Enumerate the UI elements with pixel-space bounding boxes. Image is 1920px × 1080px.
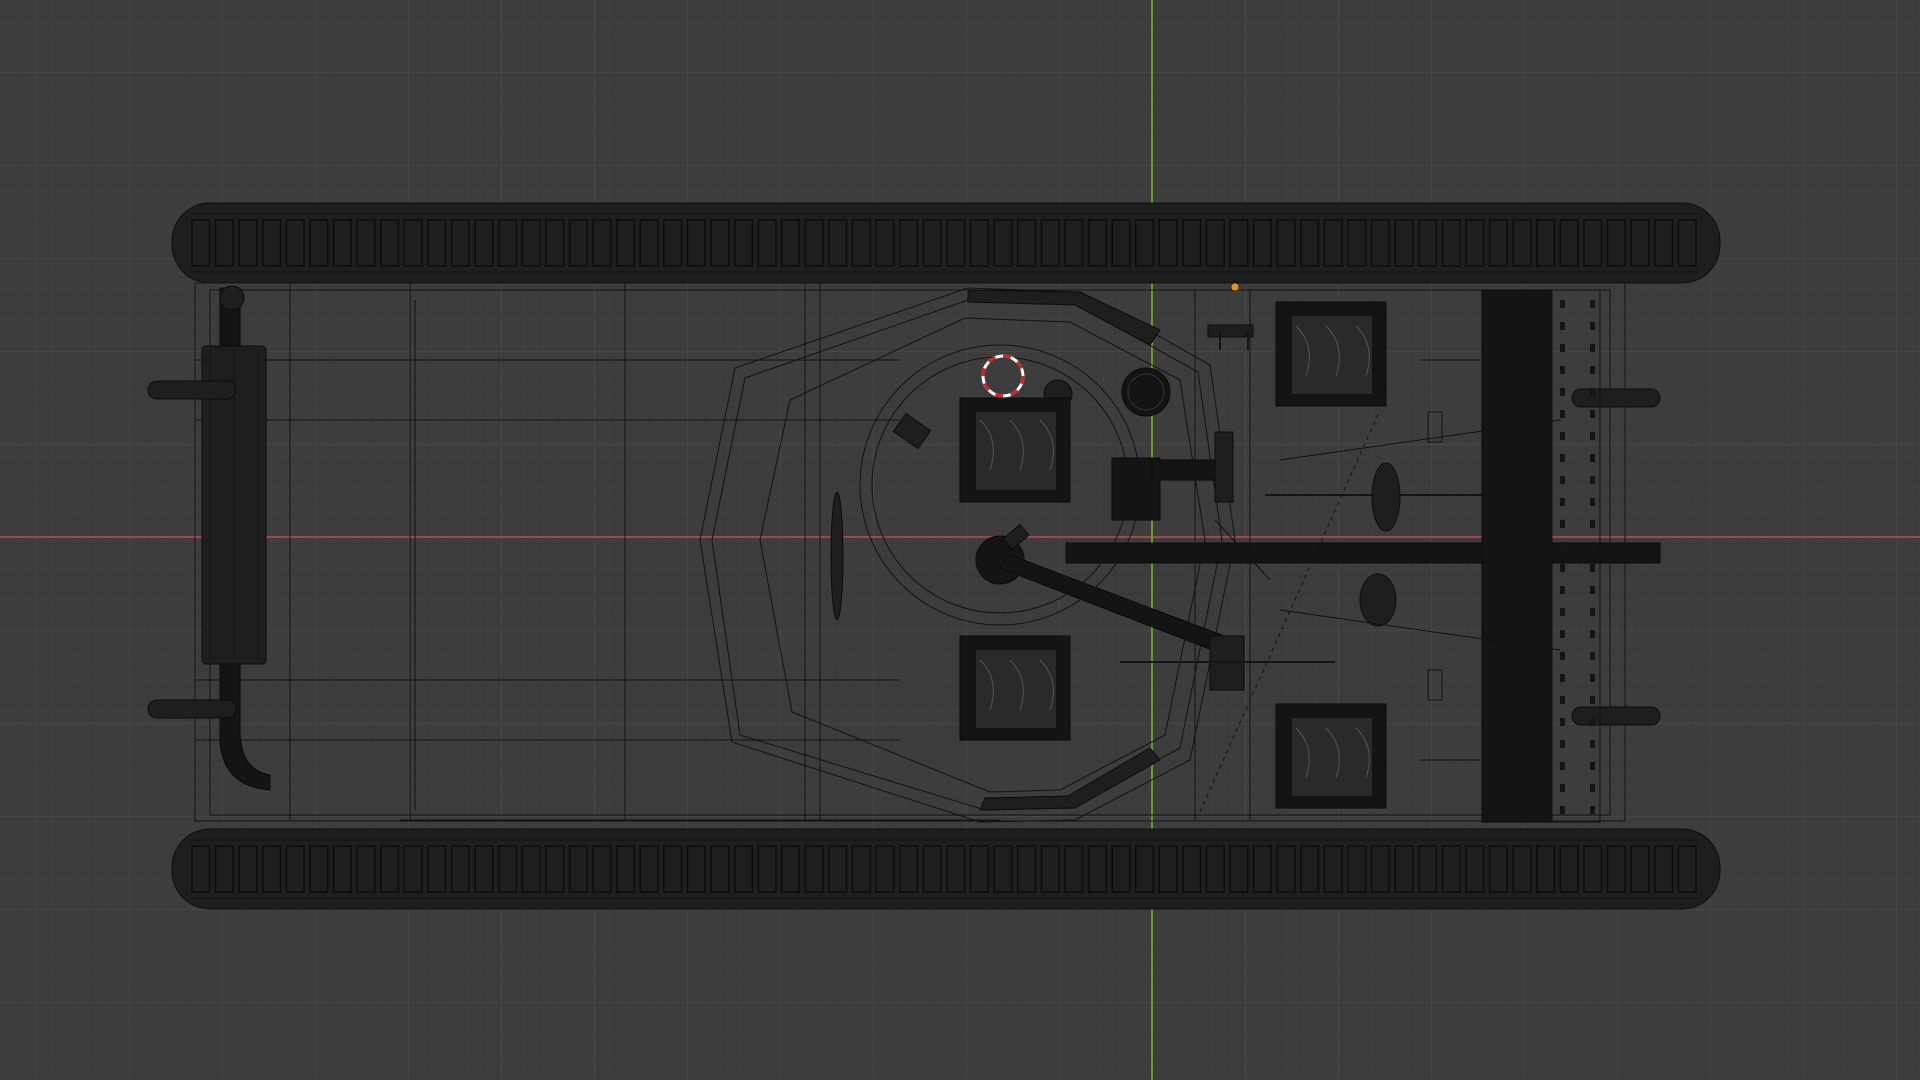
rivet [1590, 696, 1595, 704]
rivet [1590, 542, 1595, 550]
rivet [1560, 608, 1565, 616]
rivet [1560, 344, 1565, 352]
rivet [1560, 718, 1565, 726]
rivet [1590, 608, 1595, 616]
scene-canvas[interactable] [0, 0, 1920, 1080]
rivet [1560, 388, 1565, 396]
rivet [1590, 322, 1595, 330]
rivet [1560, 542, 1565, 550]
rivet [1590, 718, 1595, 726]
seat [959, 397, 1071, 503]
rivet [1590, 520, 1595, 528]
rivet [1590, 432, 1595, 440]
rivet [1560, 762, 1565, 770]
rivet [1590, 300, 1595, 308]
3d-viewport[interactable] [0, 0, 1920, 1080]
rivet [1590, 366, 1595, 374]
rivet [1560, 476, 1565, 484]
rivet [1560, 630, 1565, 638]
rivet [1560, 652, 1565, 660]
rivet [1590, 344, 1595, 352]
rivet [1560, 520, 1565, 528]
rivet [1590, 586, 1595, 594]
rivet [1590, 454, 1595, 462]
rivet [1560, 674, 1565, 682]
rivet [1560, 564, 1565, 572]
rivet [1560, 696, 1565, 704]
seat [959, 635, 1071, 741]
main-gun[interactable] [999, 431, 1661, 691]
3d-cursor-icon[interactable] [981, 354, 1025, 398]
seat [1275, 703, 1387, 809]
rivet [1590, 564, 1595, 572]
rivet [1560, 432, 1565, 440]
rivet [1590, 498, 1595, 506]
rivet [1590, 762, 1595, 770]
rivet [1590, 410, 1595, 418]
rivet [1590, 784, 1595, 792]
rivet [1560, 740, 1565, 748]
rivet [1560, 806, 1565, 814]
seat [1275, 301, 1387, 407]
rivet [1560, 784, 1565, 792]
rivet [1560, 300, 1565, 308]
object-origin-icon[interactable] [1230, 282, 1240, 292]
rivet [1560, 410, 1565, 418]
rivet [1560, 322, 1565, 330]
rivet [1590, 652, 1595, 660]
rivet [1590, 674, 1595, 682]
rivet [1590, 630, 1595, 638]
rivet [1590, 476, 1595, 484]
rivet [1560, 586, 1565, 594]
rivet [1560, 498, 1565, 506]
rivet [1590, 740, 1595, 748]
rivet [1590, 806, 1595, 814]
rivet [1560, 454, 1565, 462]
lower-track[interactable] [171, 828, 1721, 910]
rivet [1590, 388, 1595, 396]
rivet [1560, 366, 1565, 374]
upper-track[interactable] [171, 202, 1721, 284]
